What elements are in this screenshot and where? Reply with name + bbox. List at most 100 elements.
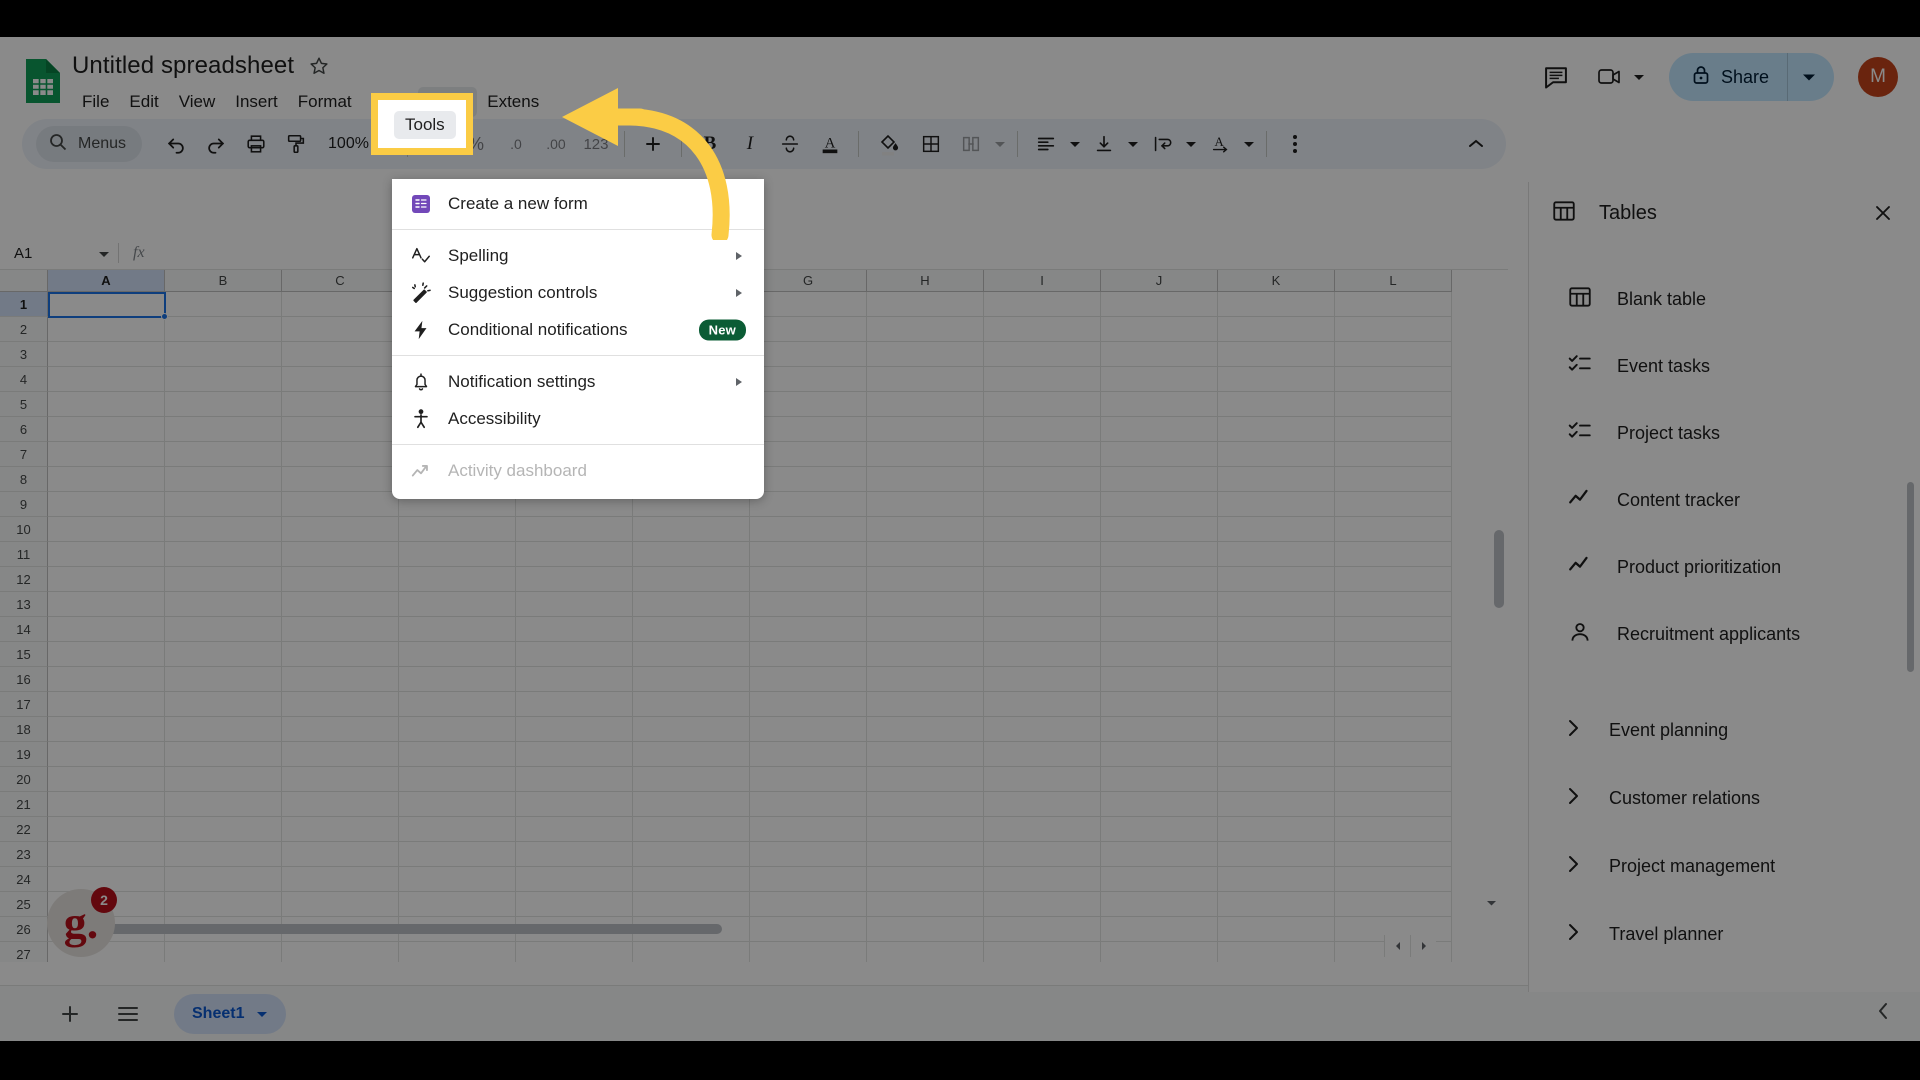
cell-J5[interactable] — [1101, 392, 1218, 417]
cell-F17[interactable] — [633, 692, 750, 717]
cell-H20[interactable] — [867, 767, 984, 792]
cell-K3[interactable] — [1218, 342, 1335, 367]
cell-C20[interactable] — [282, 767, 399, 792]
cell-I10[interactable] — [984, 517, 1101, 542]
row-header-12[interactable]: 12 — [0, 567, 48, 592]
cell-J12[interactable] — [1101, 567, 1218, 592]
cell-A11[interactable] — [48, 542, 165, 567]
cell-L17[interactable] — [1335, 692, 1452, 717]
cell-A17[interactable] — [48, 692, 165, 717]
cell-A22[interactable] — [48, 817, 165, 842]
cell-K2[interactable] — [1218, 317, 1335, 342]
cell-I27[interactable] — [984, 942, 1101, 962]
cell-A13[interactable] — [48, 592, 165, 617]
cell-E14[interactable] — [516, 617, 633, 642]
cell-G4[interactable] — [750, 367, 867, 392]
cell-A7[interactable] — [48, 442, 165, 467]
cell-K5[interactable] — [1218, 392, 1335, 417]
cell-G12[interactable] — [750, 567, 867, 592]
row-header-17[interactable]: 17 — [0, 692, 48, 717]
cell-D10[interactable] — [399, 517, 516, 542]
cell-L15[interactable] — [1335, 642, 1452, 667]
cell-G11[interactable] — [750, 542, 867, 567]
cell-A6[interactable] — [48, 417, 165, 442]
cell-F20[interactable] — [633, 767, 750, 792]
cell-I9[interactable] — [984, 492, 1101, 517]
cell-K16[interactable] — [1218, 667, 1335, 692]
strikethrough-button[interactable] — [771, 125, 809, 163]
menu-edit[interactable]: Edit — [119, 87, 168, 117]
cell-H5[interactable] — [867, 392, 984, 417]
avatar[interactable]: M — [1858, 57, 1898, 97]
cell-D21[interactable] — [399, 792, 516, 817]
cell-J1[interactable] — [1101, 292, 1218, 317]
cell-A14[interactable] — [48, 617, 165, 642]
cell-J18[interactable] — [1101, 717, 1218, 742]
cell-F13[interactable] — [633, 592, 750, 617]
cell-I3[interactable] — [984, 342, 1101, 367]
cell-L3[interactable] — [1335, 342, 1452, 367]
cell-L23[interactable] — [1335, 842, 1452, 867]
row-header-19[interactable]: 19 — [0, 742, 48, 767]
cell-C23[interactable] — [282, 842, 399, 867]
cell-D12[interactable] — [399, 567, 516, 592]
cell-K8[interactable] — [1218, 467, 1335, 492]
cell-B6[interactable] — [165, 417, 282, 442]
cell-D14[interactable] — [399, 617, 516, 642]
cell-J23[interactable] — [1101, 842, 1218, 867]
row-header-15[interactable]: 15 — [0, 642, 48, 667]
cell-H7[interactable] — [867, 442, 984, 467]
document-title[interactable]: Untitled spreadsheet — [72, 51, 294, 81]
cell-E19[interactable] — [516, 742, 633, 767]
cell-J27[interactable] — [1101, 942, 1218, 962]
category-customer-relations[interactable]: Customer relations — [1529, 764, 1920, 832]
cell-I6[interactable] — [984, 417, 1101, 442]
cell-H4[interactable] — [867, 367, 984, 392]
cell-L9[interactable] — [1335, 492, 1452, 517]
cell-G14[interactable] — [750, 617, 867, 642]
row-header-26[interactable]: 26 — [0, 917, 48, 942]
cell-H13[interactable] — [867, 592, 984, 617]
cell-G15[interactable] — [750, 642, 867, 667]
cell-C25[interactable] — [282, 892, 399, 917]
cell-B7[interactable] — [165, 442, 282, 467]
cell-I19[interactable] — [984, 742, 1101, 767]
cell-K23[interactable] — [1218, 842, 1335, 867]
annotation-tools-label[interactable]: Tools — [394, 111, 456, 139]
cell-C8[interactable] — [282, 467, 399, 492]
column-header-H[interactable]: H — [867, 270, 984, 292]
cell-J22[interactable] — [1101, 817, 1218, 842]
cell-F18[interactable] — [633, 717, 750, 742]
cell-B25[interactable] — [165, 892, 282, 917]
cell-K7[interactable] — [1218, 442, 1335, 467]
cell-L18[interactable] — [1335, 717, 1452, 742]
cell-L1[interactable] — [1335, 292, 1452, 317]
cell-C1[interactable] — [282, 292, 399, 317]
column-header-G[interactable]: G — [750, 270, 867, 292]
cell-H9[interactable] — [867, 492, 984, 517]
cell-L21[interactable] — [1335, 792, 1452, 817]
cell-C27[interactable] — [282, 942, 399, 962]
vertical-scroll-thumb[interactable] — [1494, 530, 1504, 608]
cell-H17[interactable] — [867, 692, 984, 717]
cell-G9[interactable] — [750, 492, 867, 517]
undo-button[interactable] — [157, 125, 195, 163]
cell-I11[interactable] — [984, 542, 1101, 567]
cell-I2[interactable] — [984, 317, 1101, 342]
cell-A5[interactable] — [48, 392, 165, 417]
cell-L5[interactable] — [1335, 392, 1452, 417]
name-box[interactable]: A1 — [0, 237, 118, 269]
rotation-caret-icon[interactable] — [1240, 135, 1258, 153]
cell-G17[interactable] — [750, 692, 867, 717]
cell-J14[interactable] — [1101, 617, 1218, 642]
select-all-corner[interactable] — [0, 270, 48, 292]
template-recruitment-applicants[interactable]: Recruitment applicants — [1529, 601, 1920, 668]
cell-B23[interactable] — [165, 842, 282, 867]
cell-J16[interactable] — [1101, 667, 1218, 692]
cell-G8[interactable] — [750, 467, 867, 492]
row-header-16[interactable]: 16 — [0, 667, 48, 692]
cell-L22[interactable] — [1335, 817, 1452, 842]
row-header-20[interactable]: 20 — [0, 767, 48, 792]
cell-J25[interactable] — [1101, 892, 1218, 917]
column-header-C[interactable]: C — [282, 270, 399, 292]
